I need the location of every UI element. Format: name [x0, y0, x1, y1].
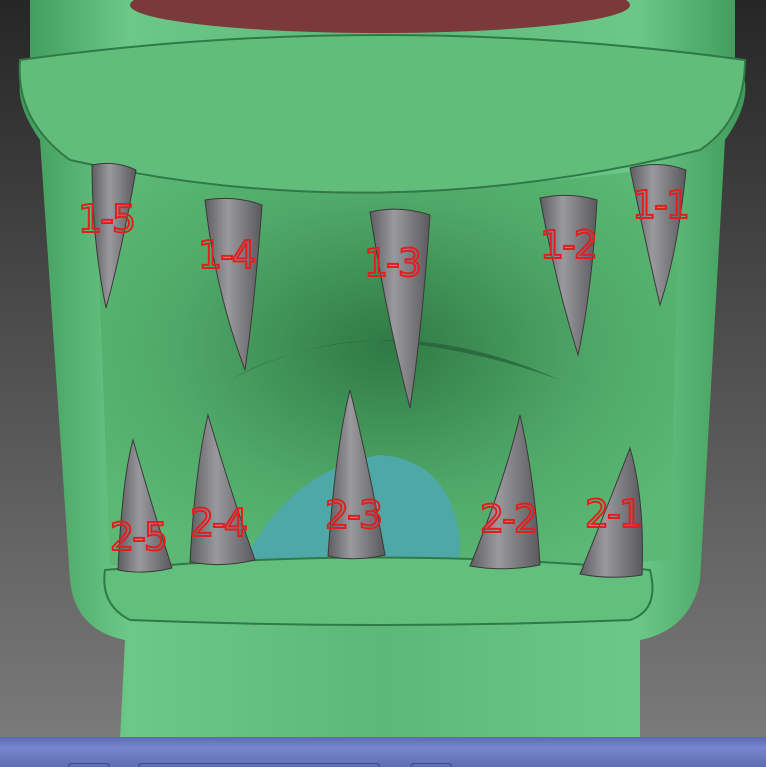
label-1-3: 1-3 [364, 241, 420, 285]
tray-button[interactable] [68, 763, 110, 767]
bottom-tray [0, 737, 766, 767]
label-1-1: 1-1 [632, 183, 688, 227]
label-1-5: 1-5 [78, 197, 134, 241]
tray-button[interactable] [138, 763, 380, 767]
sculpt-render: 1-5 1-4 1-3 1-2 1-1 2-5 2-4 2-3 2-2 2-1 [18, 0, 747, 740]
lower-lip [103, 556, 654, 626]
viewport-canvas[interactable]: 1-5 1-4 1-3 1-2 1-1 2-5 2-4 2-3 2-2 2-1 [0, 0, 766, 767]
label-2-5: 2-5 [110, 515, 166, 559]
label-2-4: 2-4 [190, 501, 247, 545]
label-1-4: 1-4 [198, 233, 255, 277]
tray-button[interactable] [410, 763, 452, 767]
label-2-1: 2-1 [585, 492, 641, 536]
label-1-2: 1-2 [540, 223, 596, 267]
label-2-3: 2-3 [325, 493, 381, 537]
label-2-2: 2-2 [480, 497, 536, 541]
